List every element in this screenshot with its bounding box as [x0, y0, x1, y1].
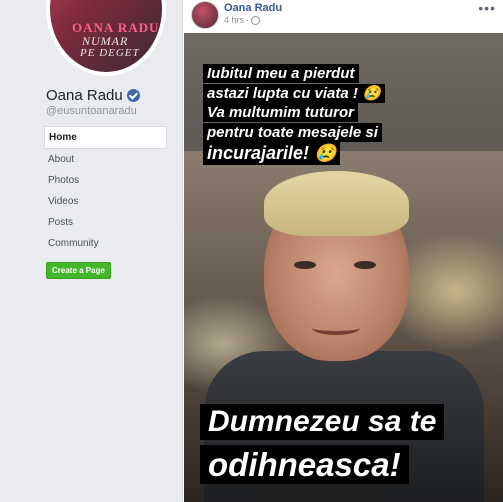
post-author-name[interactable]: Oana Radu	[224, 2, 282, 14]
photo-eye-left	[294, 261, 316, 269]
verified-badge-icon	[126, 89, 140, 102]
photo-eye-right	[354, 261, 376, 269]
nav-item-home[interactable]: Home	[44, 126, 167, 149]
story-bottom-caption: Dumnezeu sa te	[200, 404, 445, 440]
nav-item-about[interactable]: About	[44, 149, 167, 170]
nav-item-videos[interactable]: Videos	[44, 191, 167, 212]
story-caption-line: pentru toate mesajele si	[203, 123, 382, 142]
post-card: Oana Radu 4 hrs · ••• Iubitul meu a pier…	[182, 0, 503, 502]
nav-item-community[interactable]: Community	[44, 233, 167, 254]
post-header: Oana Radu 4 hrs · •••	[183, 0, 503, 33]
page-nav: Home About Photos Videos Posts Community	[44, 126, 167, 254]
page-profile-picture[interactable]: OANA RADU NUMAR PE DEGET	[46, 0, 166, 76]
page-title[interactable]: Oana Radu	[46, 87, 140, 104]
page-name-text: Oana Radu	[46, 87, 123, 104]
post-author-avatar[interactable]	[191, 1, 219, 29]
avatar-text-line3: PE DEGET	[80, 47, 140, 59]
avatar: OANA RADU NUMAR PE DEGET	[50, 0, 162, 72]
globe-icon	[251, 15, 261, 25]
story-image[interactable]: Iubitul meu a pierdut astazi lupta cu vi…	[184, 33, 503, 502]
photo-mouth	[312, 321, 360, 335]
story-caption-line: Va multumim tuturor	[203, 103, 358, 122]
create-page-button[interactable]: Create a Page	[46, 262, 111, 279]
story-caption-line: Iubitul meu a pierdut	[203, 64, 359, 83]
photo-hair	[264, 171, 409, 236]
nav-item-photos[interactable]: Photos	[44, 170, 167, 191]
ellipsis-icon[interactable]: •••	[478, 0, 496, 16]
page-handle[interactable]: @eusuntoanaradu	[46, 105, 137, 117]
nav-item-posts[interactable]: Posts	[44, 212, 167, 233]
post-meta: 4 hrs ·	[224, 15, 261, 25]
post-timestamp[interactable]: 4 hrs	[224, 15, 244, 25]
meta-separator: ·	[246, 15, 250, 25]
story-bottom-caption: odihneasca!	[200, 445, 409, 484]
story-caption-line: astazi lupta cu viata ! 😢	[203, 84, 385, 103]
story-caption-line: incurajarile! 😢	[203, 141, 341, 165]
page-sidebar: OANA RADU NUMAR PE DEGET Oana Radu @eusu…	[0, 0, 176, 502]
